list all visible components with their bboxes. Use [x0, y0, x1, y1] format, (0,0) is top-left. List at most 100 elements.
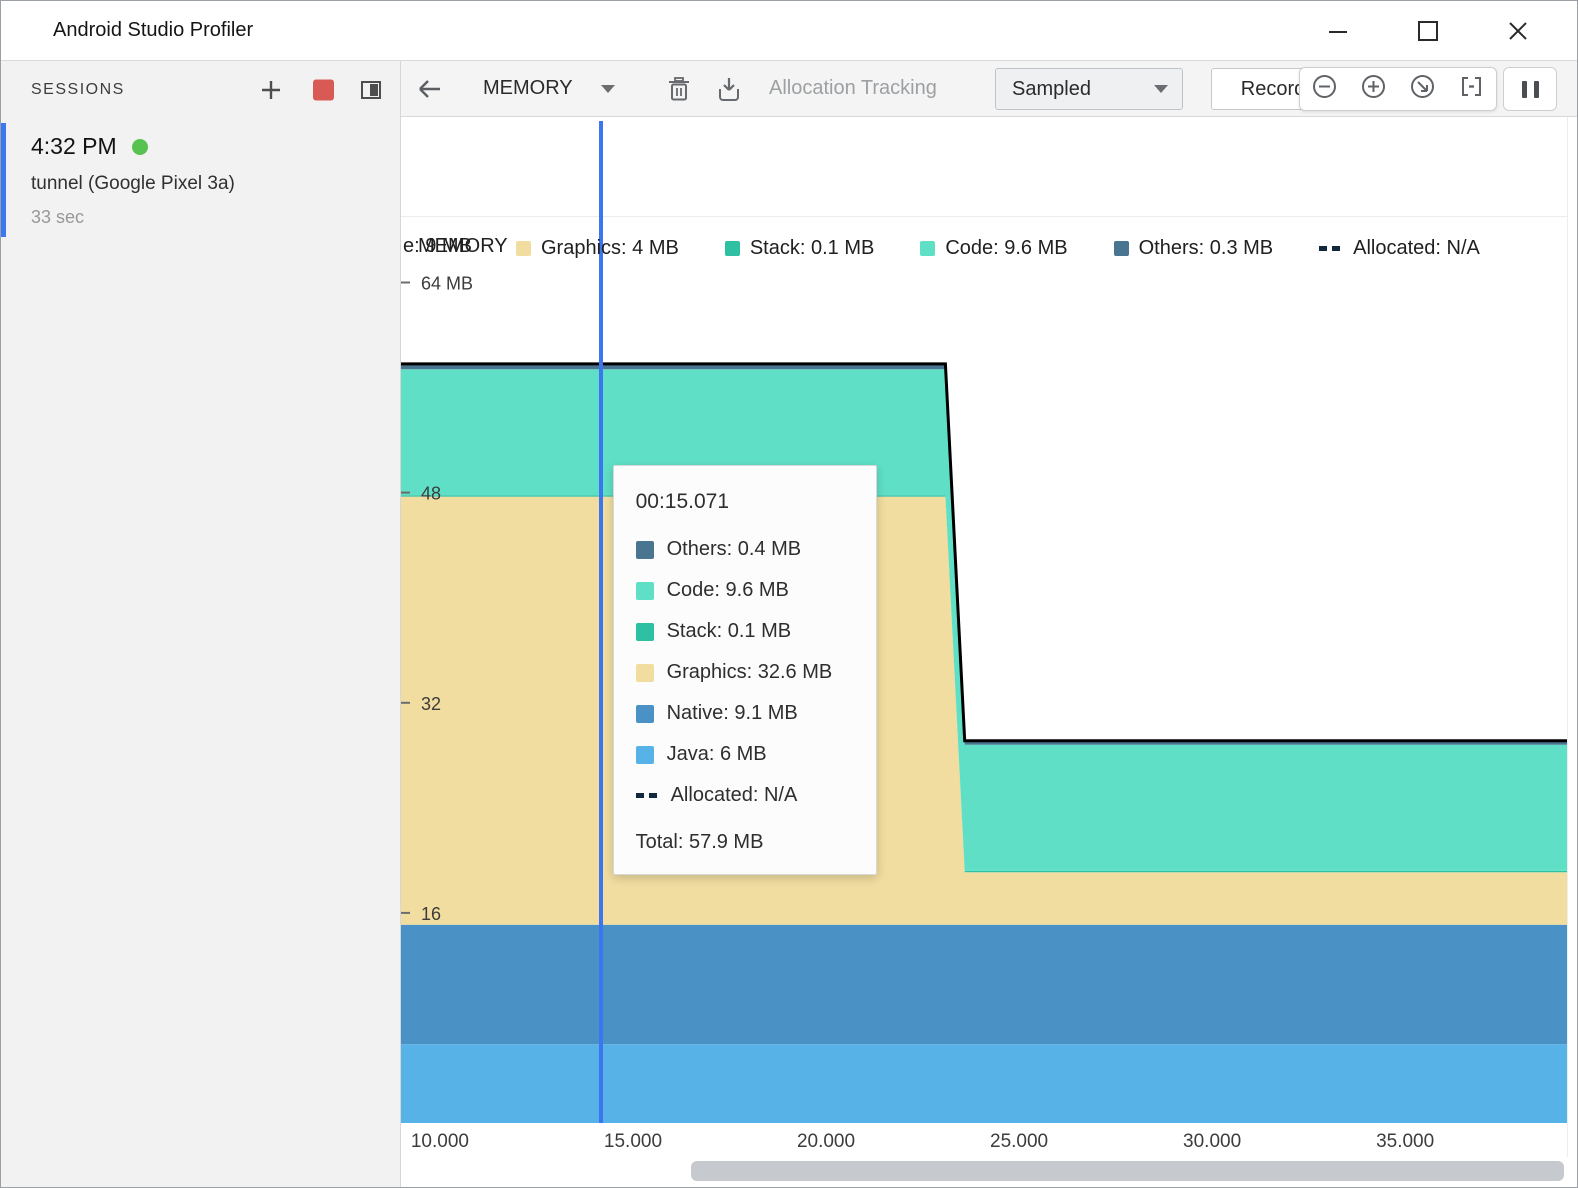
- zoom-to-selection-button[interactable]: [1458, 73, 1485, 105]
- legend-label: Stack: 0.1 MB: [750, 237, 875, 260]
- vertical-scrollbar-gutter: [1567, 117, 1578, 1157]
- legend-label: Allocated: N/A: [1353, 237, 1480, 260]
- y-tick-label: 32: [421, 694, 441, 714]
- title-bar: Android Studio Profiler: [1, 1, 1577, 61]
- horizontal-scrollbar: [401, 1157, 1577, 1187]
- y-tick-label: 48: [421, 484, 441, 504]
- legend-item: Allocated: N/A: [1319, 237, 1480, 260]
- session-time-row: 4:32 PM: [31, 133, 148, 160]
- window-controls: [1293, 1, 1563, 60]
- zoom-controls: [1299, 67, 1497, 111]
- series-color-swatch: [636, 705, 654, 723]
- zoom-out-button[interactable]: [1311, 73, 1338, 105]
- sampling-mode-select[interactable]: Sampled: [995, 68, 1183, 110]
- tooltip-row: Java: 6 MB: [636, 743, 854, 766]
- x-tick-label: 30.000: [1183, 1131, 1241, 1153]
- session-duration: 33 sec: [31, 207, 84, 228]
- x-tick-label: 15.000: [604, 1131, 662, 1153]
- stop-icon: [313, 80, 334, 101]
- minimize-icon: [1324, 17, 1352, 45]
- area-java: [401, 1044, 1567, 1123]
- profiler-type-select[interactable]: MEMORY: [483, 61, 615, 116]
- tooltip-row: Code: 9.6 MB: [636, 579, 854, 602]
- x-tick-label: 10.000: [411, 1131, 469, 1153]
- back-button[interactable]: [413, 74, 445, 109]
- scrollbar-thumb[interactable]: [691, 1161, 1564, 1181]
- add-session-button[interactable]: [259, 78, 283, 102]
- timeline-selection-line[interactable]: [599, 121, 603, 1123]
- tooltip-time: 00:15.071: [636, 490, 854, 514]
- area-native: [401, 925, 1567, 1044]
- profiler-type-label: MEMORY: [483, 77, 573, 100]
- series-color-swatch: [920, 241, 935, 256]
- close-button[interactable]: [1473, 1, 1563, 60]
- series-color-swatch: [516, 241, 531, 256]
- frame-selection-icon: [1458, 73, 1485, 100]
- chevron-down-icon: [601, 85, 615, 93]
- legend-item: Graphics: 4 MB: [516, 237, 679, 260]
- sessions-title: SESSIONS: [31, 81, 125, 99]
- series-color-swatch: [636, 541, 654, 559]
- trash-icon: [665, 75, 693, 103]
- y-tick-label: 16: [421, 904, 441, 924]
- time-axis: 10.00015.00020.00025.00030.00035.000: [401, 1125, 1567, 1157]
- pause-live-button[interactable]: [1503, 67, 1557, 111]
- chevron-down-icon: [1154, 85, 1168, 93]
- series-color-swatch: [725, 241, 740, 256]
- legend-item: Others: 0.3 MB: [1114, 237, 1274, 260]
- series-color-swatch: [1114, 241, 1129, 256]
- collapse-panel-button[interactable]: [359, 78, 383, 102]
- profiler-window: Android Studio Profiler SESSIONS: [0, 0, 1578, 1188]
- series-color-swatch: [636, 664, 654, 682]
- tooltip-rows: Others: 0.4 MB Code: 9.6 MB Stack: 0.1 MB G…: [636, 538, 854, 807]
- chart-title: MEMORY: [418, 235, 508, 258]
- legend-item: Stack: 0.1 MB: [725, 237, 875, 260]
- sidebar-panel-icon: [359, 78, 383, 102]
- tooltip-row: Graphics: 32.6 MB: [636, 661, 854, 684]
- maximize-button[interactable]: [1383, 1, 1473, 60]
- legend-label: Others: 0.3 MB: [1139, 237, 1274, 260]
- record-label: Record: [1241, 78, 1305, 101]
- export-heap-dump-icon: [715, 75, 743, 103]
- sessions-header: SESSIONS: [1, 61, 400, 119]
- session-device: tunnel (Google Pixel 3a): [31, 173, 235, 195]
- reset-zoom-button[interactable]: [1409, 73, 1436, 105]
- tooltip-total: Total: 57.9 MB: [636, 831, 854, 854]
- zoom-in-button[interactable]: [1360, 73, 1387, 105]
- memory-timeline[interactable]: 64 MB483216 e: 9 MB MEMORY Graphics: 4 M…: [401, 117, 1578, 1125]
- memory-stacked-area-chart: 64 MB483216: [401, 121, 1567, 1123]
- zoom-in-icon: [1360, 73, 1387, 100]
- sessions-panel: SESSIONS 4:32 PM tunnel (Google Pixel 3a…: [1, 61, 401, 1187]
- delete-button[interactable]: [665, 75, 693, 108]
- tooltip-row: Stack: 0.1 MB: [636, 620, 854, 643]
- tooltip-row: Others: 0.4 MB: [636, 538, 854, 561]
- tooltip-row-label: Others: 0.4 MB: [667, 538, 802, 561]
- back-arrow-icon: [413, 74, 445, 104]
- x-tick-label: 25.000: [990, 1131, 1048, 1153]
- tooltip-row-label: Allocated: N/A: [671, 784, 798, 807]
- session-item[interactable]: 4:32 PM tunnel (Google Pixel 3a) 33 sec: [1, 119, 400, 243]
- reset-zoom-icon: [1409, 73, 1436, 100]
- allocated-dash-swatch: [636, 793, 658, 798]
- tooltip-row-label: Native: 9.1 MB: [667, 702, 798, 725]
- legend-label: Code: 9.6 MB: [945, 237, 1067, 260]
- maximize-icon: [1414, 17, 1442, 45]
- legend-item: Code: 9.6 MB: [920, 237, 1067, 260]
- zoom-out-icon: [1311, 73, 1338, 100]
- legend-items: Graphics: 4 MB Stack: 0.1 MB Code: 9.6 MB O…: [516, 233, 1480, 263]
- capture-export-button[interactable]: [715, 75, 743, 108]
- allocation-tracking-label: Allocation Tracking: [769, 61, 937, 116]
- stop-session-button[interactable]: [313, 80, 334, 101]
- series-color-swatch: [636, 582, 654, 600]
- x-tick-label: 20.000: [797, 1131, 855, 1153]
- tooltip-row-label: Graphics: 32.6 MB: [667, 661, 833, 684]
- close-icon: [1504, 17, 1532, 45]
- selected-session-indicator: [1, 123, 6, 237]
- tooltip-row: Allocated: N/A: [636, 784, 854, 807]
- allocated-dash-swatch: [1319, 246, 1343, 251]
- tooltip-row-label: Java: 6 MB: [667, 743, 767, 766]
- tooltip-row: Native: 9.1 MB: [636, 702, 854, 725]
- series-color-swatch: [636, 623, 654, 641]
- pause-icon: [1522, 81, 1527, 98]
- minimize-button[interactable]: [1293, 1, 1383, 60]
